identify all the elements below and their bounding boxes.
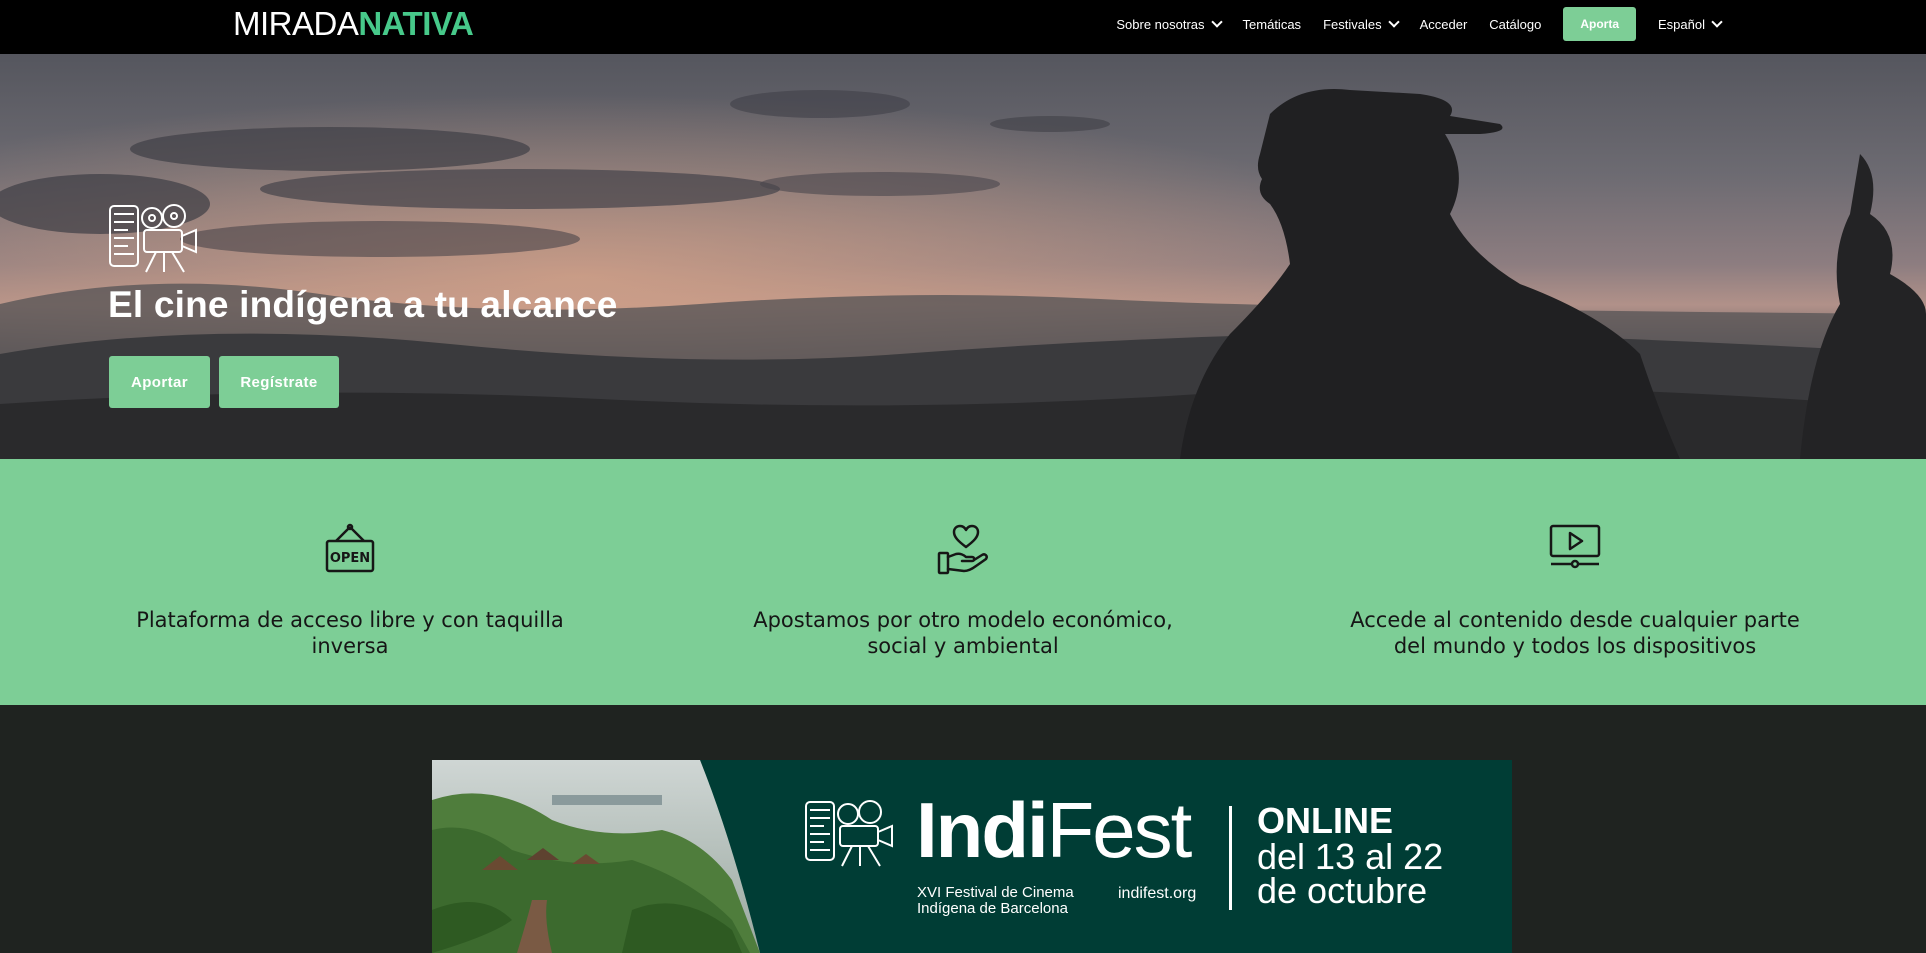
nav-topics-label: Temáticas — [1242, 16, 1302, 32]
feature-open-access: OPEN Plataforma de acceso libre y con ta… — [120, 523, 580, 659]
hero-title: El cine indígena a tu alcance — [108, 284, 618, 325]
contribute-button[interactable]: Aportar — [109, 356, 210, 408]
main-nav: Sobre nosotras Temáticas Festivales Acce… — [1094, 7, 1723, 41]
nav-festivals-label: Festivales — [1323, 16, 1382, 32]
festival-online-label: ONLINE — [1257, 800, 1394, 841]
feature-economic-model-text: Apostamos por otro modelo económico, soc… — [753, 608, 1173, 658]
open-sign-text: OPEN — [330, 551, 370, 566]
navbar: MIRADANATIVA Sobre nosotras Temáticas Fe… — [0, 0, 1926, 54]
festival-url: indifest.org — [1118, 885, 1197, 902]
logo-nativa: NATIVA — [358, 5, 474, 42]
nav-topics[interactable]: Temáticas — [1243, 17, 1302, 32]
register-button[interactable]: Regístrate — [219, 356, 339, 408]
feature-any-device: Accede al contenido desde cualquier part… — [1345, 523, 1805, 659]
banner-divider — [1229, 806, 1232, 910]
indifest-title-light: Fest — [1046, 786, 1193, 874]
jungle-photo-image — [432, 760, 760, 953]
nav-about-label: Sobre nosotras — [1116, 16, 1205, 32]
nav-festivals[interactable]: Festivales — [1323, 15, 1400, 32]
language-label: Español — [1658, 16, 1705, 32]
hero-section: El cine indígena a tu alcance Aportar Re… — [0, 54, 1926, 459]
nav-catalog[interactable]: Catálogo — [1489, 17, 1541, 32]
indifest-logo-icon — [805, 800, 893, 867]
features-section: OPEN Plataforma de acceso libre y con ta… — [0, 459, 1926, 705]
language-selector[interactable]: Español — [1658, 15, 1723, 32]
nav-catalog-label: Catálogo — [1489, 16, 1542, 32]
nav-login-label: Acceder — [1419, 16, 1468, 32]
festival-dates-line2: de octubre — [1257, 870, 1428, 911]
chevron-down-icon — [1210, 15, 1223, 28]
indifest-title: IndiFest — [916, 790, 1192, 870]
festival-subtitle-line2: Indígena de Barcelona — [917, 900, 1068, 917]
festival-subtitle: XVI Festival de Cinema Indígena de Barce… — [917, 885, 1074, 917]
feature-any-device-text: Accede al contenido desde cualquier part… — [1350, 608, 1800, 658]
logo-mirada: MIRADA — [233, 5, 359, 42]
nav-login[interactable]: Acceder — [1420, 17, 1468, 32]
indifest-banner[interactable]: IndiFest XVI Festival de Cinema Indígena… — [432, 760, 1512, 953]
festival-dates: del 13 al 22 de octubre — [1257, 836, 1444, 911]
indifest-title-bold: Indi — [916, 786, 1049, 874]
festival-dates-line1: del 13 al 22 — [1257, 836, 1444, 877]
site-logo[interactable]: MIRADANATIVA — [233, 5, 474, 43]
chevron-down-icon — [1387, 15, 1400, 28]
feature-open-access-text: Plataforma de acceso libre y con taquill… — [136, 608, 564, 658]
heart-hand-icon — [937, 524, 988, 575]
feature-economic-model: Apostamos por otro modelo económico, soc… — [733, 523, 1193, 659]
festival-banner-section: IndiFest XVI Festival de Cinema Indígena… — [0, 705, 1926, 953]
open-sign-icon: OPEN — [325, 523, 375, 573]
nav-about[interactable]: Sobre nosotras — [1116, 15, 1223, 32]
nav-contribute-button[interactable]: Aporta — [1563, 7, 1637, 41]
festival-subtitle-line1: XVI Festival de Cinema — [917, 884, 1074, 901]
chevron-down-icon — [1711, 15, 1723, 28]
indigenous-camera-logo-icon — [109, 204, 197, 273]
video-player-icon — [1549, 524, 1601, 569]
